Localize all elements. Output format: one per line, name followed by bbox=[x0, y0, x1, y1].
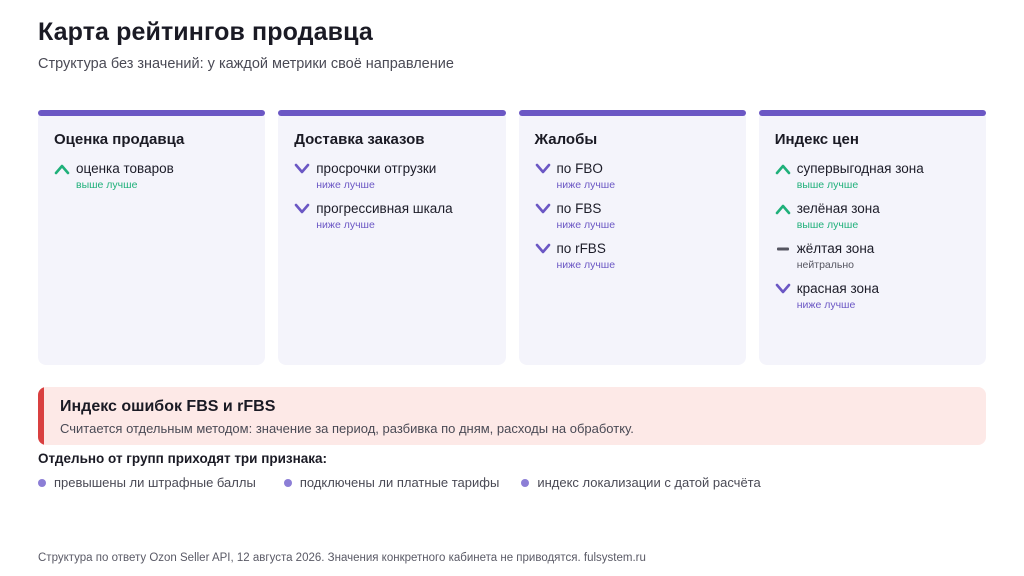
chevron-down-icon bbox=[535, 161, 557, 177]
metric-direction: выше лучше bbox=[796, 179, 859, 191]
sign-item-label: подключены ли платные тарифы bbox=[299, 475, 500, 490]
sign-item: индекс локализации с датой расчёта bbox=[521, 475, 761, 490]
metric-item: по FBO ниже лучше bbox=[535, 161, 730, 192]
chevron-down-icon bbox=[535, 201, 557, 217]
chevron-up-icon bbox=[54, 161, 76, 177]
chevron-down-icon bbox=[535, 241, 557, 257]
group-title: Индекс цен bbox=[774, 131, 859, 148]
metric-name: по FBS bbox=[556, 201, 602, 216]
metric-direction: ниже лучше bbox=[556, 259, 616, 271]
chevron-down-icon bbox=[294, 201, 316, 217]
signs-list: превышены ли штрафные баллы подключены л… bbox=[38, 475, 761, 490]
error-index-stripe bbox=[38, 387, 44, 445]
metric-item: оценка товаров выше лучше bbox=[54, 161, 249, 192]
metric-direction: ниже лучше bbox=[556, 179, 616, 191]
metric-direction: ниже лучше bbox=[316, 219, 375, 231]
metric-name: прогрессивная шкала bbox=[316, 201, 453, 216]
group-title: Доставка заказов bbox=[294, 131, 425, 148]
group-title: Жалобы bbox=[534, 131, 598, 148]
metric-item: супервыгодная зона выше лучше bbox=[775, 161, 970, 192]
sign-item: превышены ли штрафные баллы bbox=[38, 475, 256, 490]
metric-name: просрочки отгрузки bbox=[316, 161, 437, 176]
bullet-dot-icon bbox=[38, 478, 46, 487]
page-subtitle: Структура без значений: у каждой метрики… bbox=[38, 56, 454, 72]
chevron-up-icon bbox=[775, 201, 797, 217]
metric-item: зелёная зона выше лучше bbox=[775, 201, 970, 232]
signs-heading: Отдельно от групп приходят три признака: bbox=[38, 451, 328, 466]
metric-direction: ниже лучше bbox=[556, 219, 616, 231]
chevron-down-icon bbox=[775, 281, 797, 297]
sign-item: подключены ли платные тарифы bbox=[283, 475, 500, 490]
bullet-dot-icon bbox=[521, 478, 530, 487]
group-card: Жалобы по FBO ниже лучше по FBS ниже лучше по… bbox=[518, 110, 746, 365]
group-card-accent-bar bbox=[758, 110, 986, 116]
metric-name: супервыгодная зона bbox=[796, 161, 924, 176]
footer-note: Структура по ответу Ozon Seller API, 12 … bbox=[38, 552, 646, 564]
group-card: Оценка продавца оценка товаров выше лучше bbox=[38, 110, 266, 365]
bullet-dot-icon bbox=[283, 478, 292, 487]
chevron-down-icon bbox=[294, 161, 316, 177]
group-card-accent-bar bbox=[38, 110, 266, 116]
group-card: Доставка заказов просрочки отгрузки ниже л… bbox=[278, 110, 506, 365]
metric-name: по FBO bbox=[556, 161, 603, 176]
metric-name: оценка товаров bbox=[76, 161, 174, 176]
metric-direction: ниже лучше bbox=[796, 299, 856, 311]
metric-direction: выше лучше bbox=[796, 219, 859, 231]
error-index-title: Индекс ошибок FBS и rFBS bbox=[60, 398, 276, 415]
metric-item: красная зона ниже лучше bbox=[775, 281, 970, 312]
group-title: Оценка продавца bbox=[54, 131, 185, 148]
error-index-callout: Индекс ошибок FBS и rFBS Считается отдел… bbox=[38, 387, 986, 445]
sign-item-label: превышены ли штрафные баллы bbox=[54, 475, 256, 490]
metric-direction: выше лучше bbox=[76, 179, 138, 191]
metric-item: по FBS ниже лучше bbox=[535, 201, 730, 232]
metric-item: прогрессивная шкала ниже лучше bbox=[294, 201, 489, 232]
metric-item: жёлтая зона нейтрально bbox=[775, 241, 970, 272]
sign-item-label: индекс локализации с датой расчёта bbox=[537, 475, 761, 490]
metric-item: просрочки отгрузки ниже лучше bbox=[294, 161, 489, 192]
group-card: Индекс цен супервыгодная зона выше лучше зе… bbox=[758, 110, 986, 365]
metric-direction: нейтрально bbox=[796, 259, 854, 271]
metric-name: красная зона bbox=[796, 281, 879, 296]
group-card-accent-bar bbox=[518, 110, 746, 116]
dash-icon bbox=[775, 241, 797, 257]
metric-name: по rFBS bbox=[556, 241, 606, 256]
metric-item: по rFBS ниже лучше bbox=[535, 241, 730, 272]
page-title: Карта рейтингов продавца bbox=[38, 18, 373, 46]
metric-name: зелёная зона bbox=[796, 201, 880, 216]
rating-groups: Оценка продавца оценка товаров выше лучше Д… bbox=[38, 110, 986, 365]
chevron-up-icon bbox=[775, 161, 797, 177]
error-index-description: Считается отдельным методом: значение за… bbox=[60, 421, 634, 436]
metric-direction: ниже лучше bbox=[316, 179, 375, 191]
metric-name: жёлтая зона bbox=[796, 241, 875, 256]
group-card-accent-bar bbox=[278, 110, 506, 116]
